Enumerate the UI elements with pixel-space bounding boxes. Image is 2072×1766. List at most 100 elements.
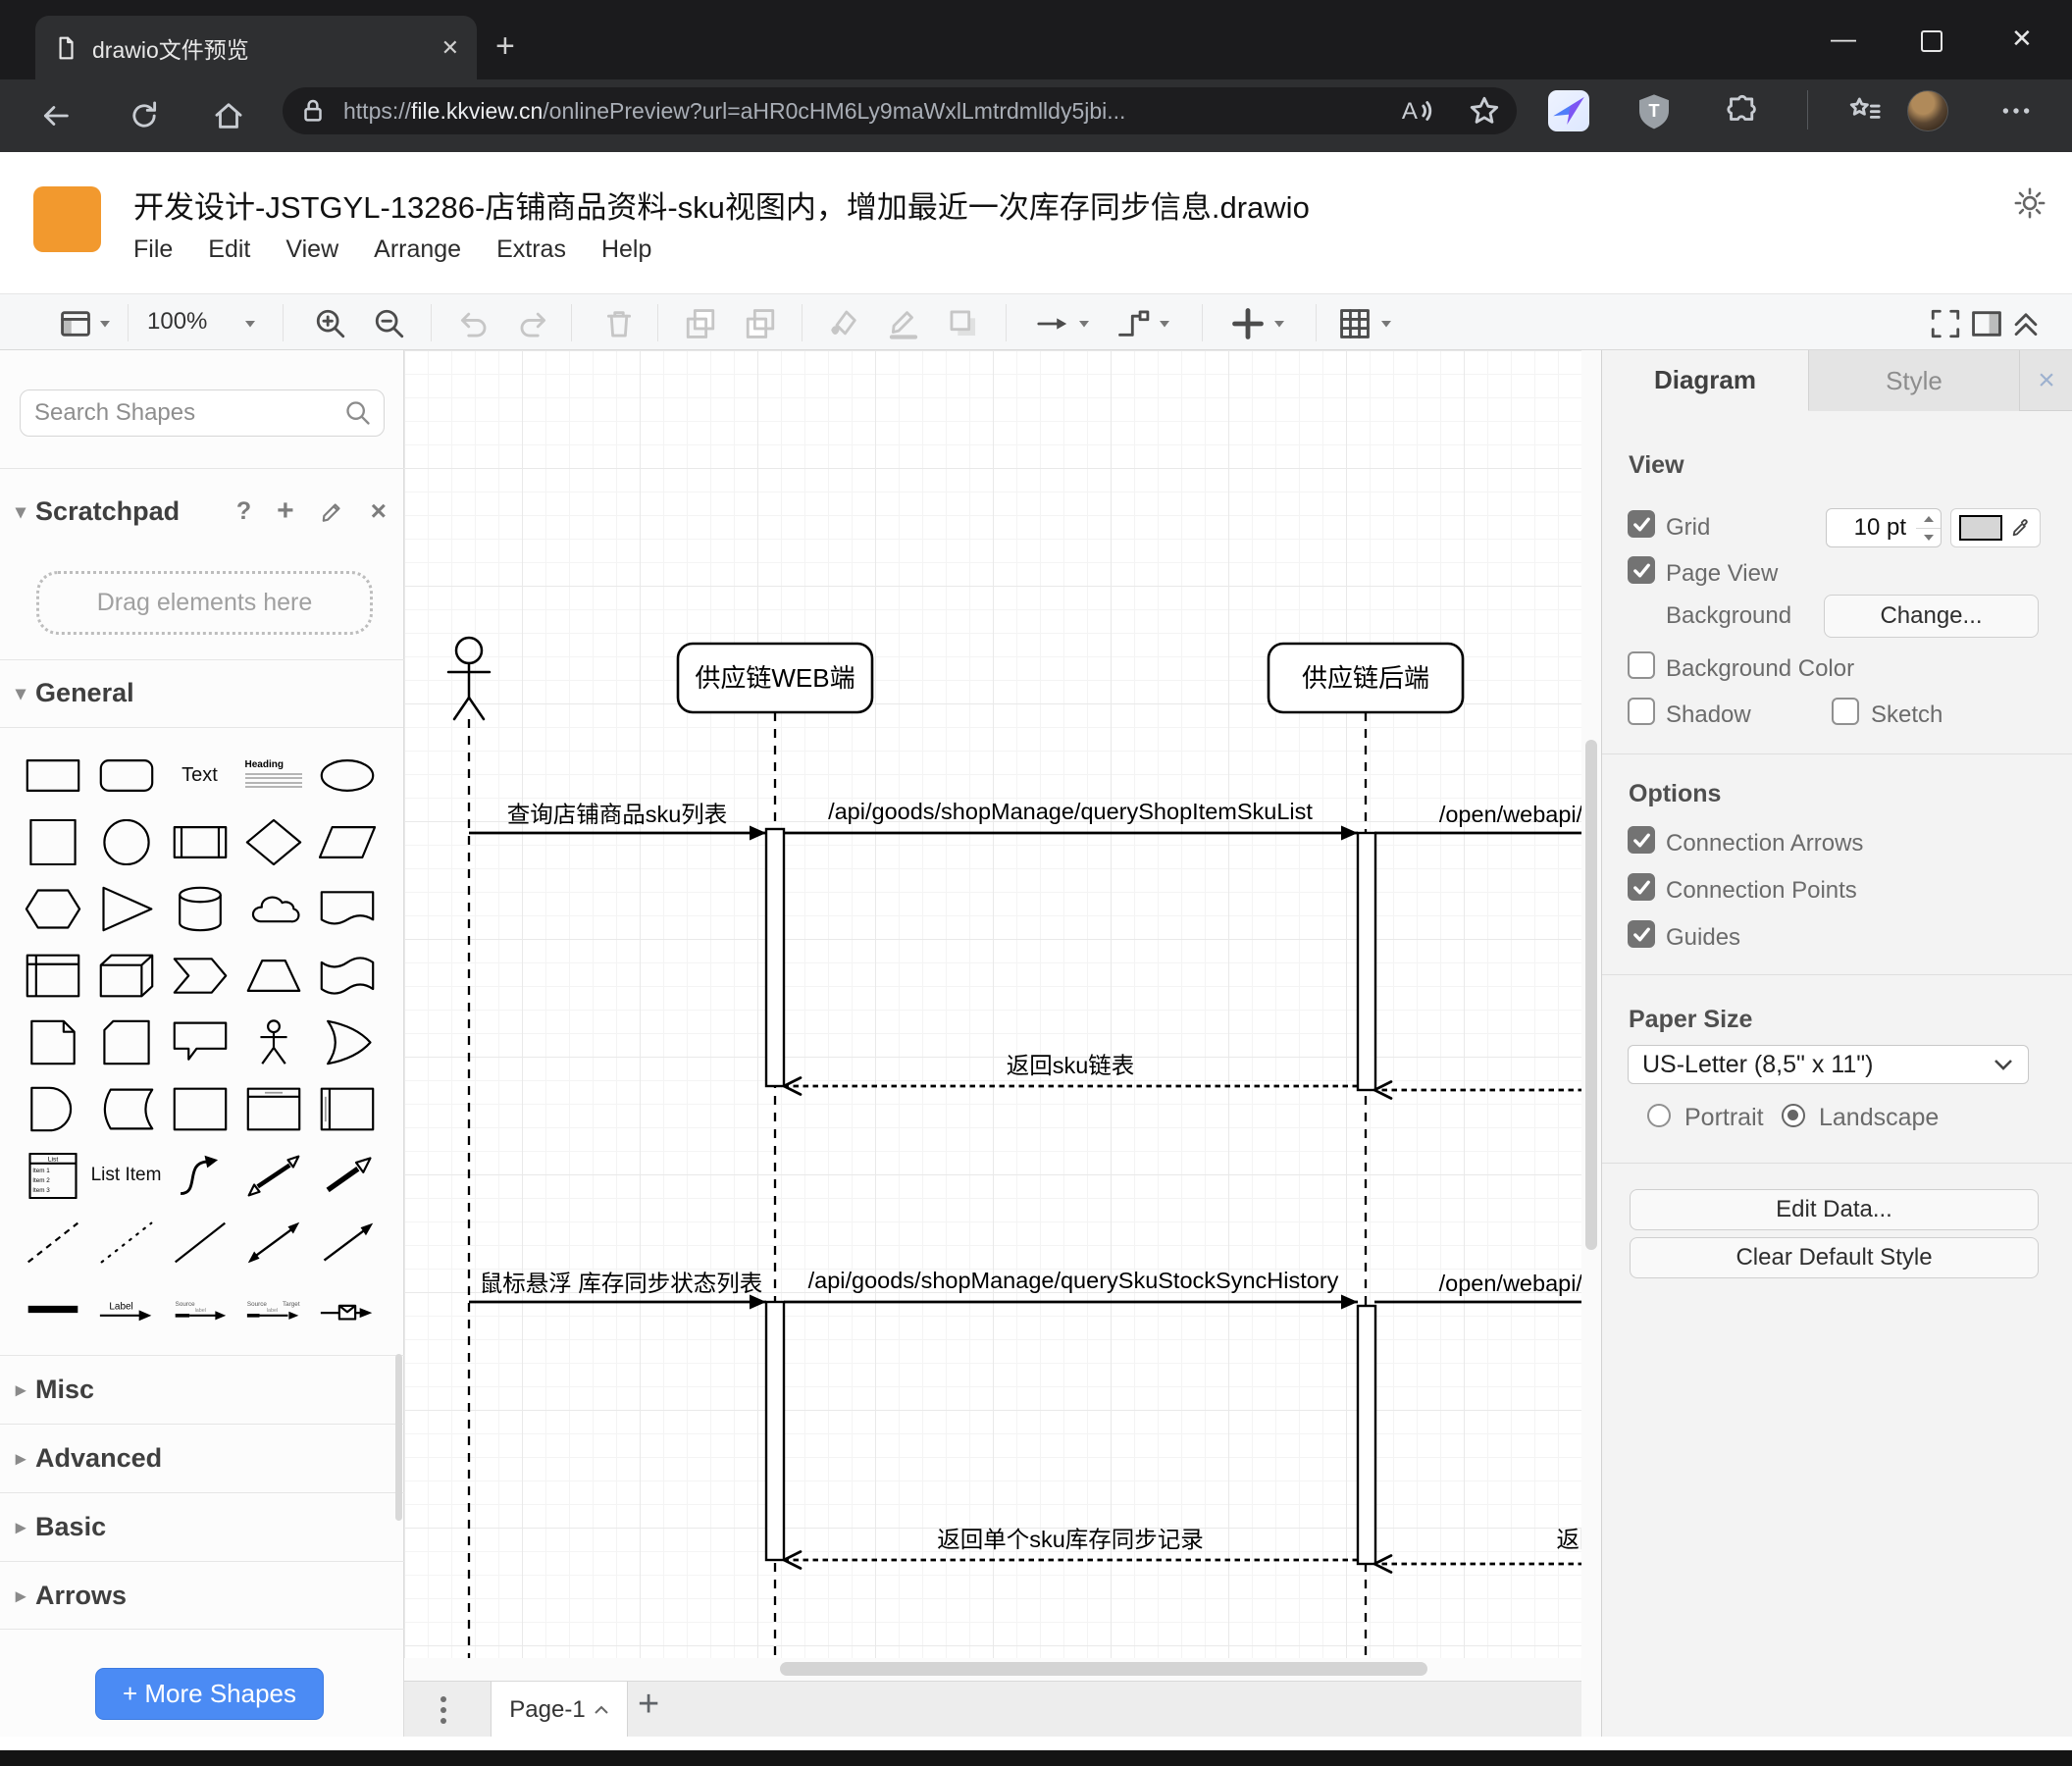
shape-internal-storage[interactable] — [16, 942, 89, 1009]
insert-icon[interactable] — [1231, 307, 1265, 340]
help-icon[interactable]: ? — [236, 497, 251, 526]
back-icon[interactable] — [39, 99, 73, 132]
window-close-button[interactable]: ✕ — [2011, 24, 2033, 54]
pages-menu-icon[interactable] — [434, 1691, 453, 1729]
connection-icon[interactable] — [1036, 307, 1069, 340]
search-box[interactable] — [20, 390, 385, 437]
shape-callout[interactable] — [163, 1009, 236, 1075]
delete-icon[interactable] — [602, 307, 636, 340]
sidebar-scrollbar[interactable] — [395, 1354, 402, 1521]
shape-diamond[interactable] — [236, 808, 310, 875]
grid-checkbox[interactable] — [1628, 510, 1655, 538]
shape-actor[interactable] — [236, 1009, 310, 1075]
tab-close-icon[interactable]: ✕ — [441, 35, 459, 61]
connection-points-checkbox[interactable] — [1628, 873, 1655, 901]
format-panel-icon[interactable] — [1970, 307, 2003, 340]
shape-or[interactable] — [310, 1009, 384, 1075]
chevron-down-icon[interactable] — [1272, 318, 1286, 330]
shape-arrow-source-target-label[interactable]: Source label Target — [236, 1275, 310, 1342]
section-misc[interactable]: ▸ Misc — [0, 1355, 404, 1424]
grid-size-stepper[interactable] — [1916, 508, 1942, 547]
shape-dotted-line[interactable] — [89, 1209, 163, 1275]
shape-triangle[interactable] — [89, 875, 163, 942]
section-advanced[interactable]: ▸ Advanced — [0, 1424, 404, 1492]
table-icon[interactable] — [1338, 307, 1372, 340]
undo-icon[interactable] — [456, 307, 490, 340]
vertical-scrollbar[interactable] — [1585, 740, 1597, 1250]
clear-default-style-button[interactable]: Clear Default Style — [1630, 1237, 2039, 1278]
more-shapes-button[interactable]: + More Shapes — [95, 1668, 324, 1720]
scratchpad-header[interactable]: ▾ Scratchpad ? + × — [0, 486, 404, 537]
shape-bidirectional-arrow[interactable] — [236, 1142, 310, 1209]
collapse-icon[interactable] — [2009, 307, 2043, 340]
chevron-down-icon[interactable] — [1077, 318, 1091, 330]
shadow-icon[interactable] — [947, 307, 980, 340]
chevron-down-icon[interactable] — [243, 318, 257, 330]
read-aloud-icon[interactable]: A — [1399, 94, 1432, 128]
section-arrows[interactable]: ▸ Arrows — [0, 1561, 404, 1630]
section-general[interactable]: ▾ General — [0, 659, 403, 728]
guides-checkbox[interactable] — [1628, 920, 1655, 948]
shape-dashed-line[interactable] — [16, 1209, 89, 1275]
shape-trapezoid[interactable] — [236, 942, 310, 1009]
grid-color-button[interactable] — [1950, 508, 2041, 547]
page-tab[interactable]: Page-1 — [491, 1682, 628, 1738]
to-back-icon[interactable] — [744, 307, 777, 340]
shape-and[interactable] — [16, 1075, 89, 1142]
shape-link[interactable] — [16, 1275, 89, 1342]
extension-bird-icon[interactable] — [1548, 90, 1589, 131]
browser-tab[interactable]: drawio文件预览 ✕ — [35, 16, 477, 79]
zoom-out-icon[interactable] — [373, 307, 406, 340]
shape-curve[interactable] — [163, 1142, 236, 1209]
add-page-button[interactable]: + — [638, 1684, 659, 1726]
shape-circle[interactable] — [89, 808, 163, 875]
close-icon[interactable]: × — [371, 495, 387, 527]
scratchpad-dropzone[interactable]: Drag elements here — [36, 571, 373, 635]
waypoints-icon[interactable] — [1116, 307, 1150, 340]
fill-color-icon[interactable] — [827, 307, 860, 340]
shape-bidirectional-connector[interactable] — [236, 1209, 310, 1275]
chevron-down-icon[interactable] — [1158, 318, 1171, 330]
shape-container[interactable] — [163, 1075, 236, 1142]
shape-square[interactable] — [16, 808, 89, 875]
shape-tape[interactable] — [310, 942, 384, 1009]
to-front-icon[interactable] — [684, 307, 717, 340]
view-panels-icon[interactable] — [59, 307, 92, 340]
shape-cylinder[interactable] — [163, 875, 236, 942]
tab-diagram[interactable]: Diagram — [1602, 350, 1809, 411]
shape-heading[interactable]: Heading — [236, 742, 310, 808]
shape-cloud[interactable] — [236, 875, 310, 942]
new-tab-button[interactable]: + — [495, 27, 515, 66]
shape-process[interactable] — [163, 808, 236, 875]
shape-line[interactable] — [163, 1209, 236, 1275]
sketch-checkbox[interactable] — [1832, 698, 1859, 725]
shape-step[interactable] — [163, 942, 236, 1009]
section-basic[interactable]: ▸ Basic — [0, 1492, 404, 1561]
panel-close-icon[interactable]: × — [2020, 350, 2072, 410]
shape-hexagon[interactable] — [16, 875, 89, 942]
shape-card[interactable] — [89, 1009, 163, 1075]
shape-rectangle[interactable] — [16, 742, 89, 808]
home-icon[interactable] — [212, 99, 245, 132]
diagram-canvas[interactable]: 供应链WEB端 供应链后端 查询店铺商品sku列表/api/goods/shopMa… — [404, 350, 1581, 1658]
address-bar[interactable]: https://file.kkview.cn/onlinePreview?url… — [283, 87, 1517, 134]
shape-parallelogram[interactable] — [310, 808, 384, 875]
menu-edit[interactable]: Edit — [208, 235, 250, 264]
menu-extras[interactable]: Extras — [496, 235, 566, 264]
settings-ellipsis-icon[interactable] — [1999, 94, 2033, 128]
shape-arrow[interactable] — [310, 1142, 384, 1209]
favorite-star-icon[interactable] — [1468, 94, 1501, 128]
shape-rounded-rectangle[interactable] — [89, 742, 163, 808]
change-background-button[interactable]: Change... — [1824, 595, 2039, 638]
window-maximize-button[interactable] — [1921, 30, 1942, 52]
shadow-checkbox[interactable] — [1628, 698, 1655, 725]
menu-help[interactable]: Help — [601, 235, 651, 264]
add-icon[interactable]: + — [277, 494, 294, 528]
search-icon[interactable] — [344, 399, 372, 427]
edit-pencil-icon[interactable] — [320, 498, 345, 524]
shape-data-storage[interactable] — [89, 1075, 163, 1142]
shape-ellipse[interactable] — [310, 742, 384, 808]
chevron-down-icon[interactable] — [98, 318, 112, 330]
zoom-in-icon[interactable] — [314, 307, 347, 340]
chevron-down-icon[interactable] — [1379, 318, 1393, 330]
